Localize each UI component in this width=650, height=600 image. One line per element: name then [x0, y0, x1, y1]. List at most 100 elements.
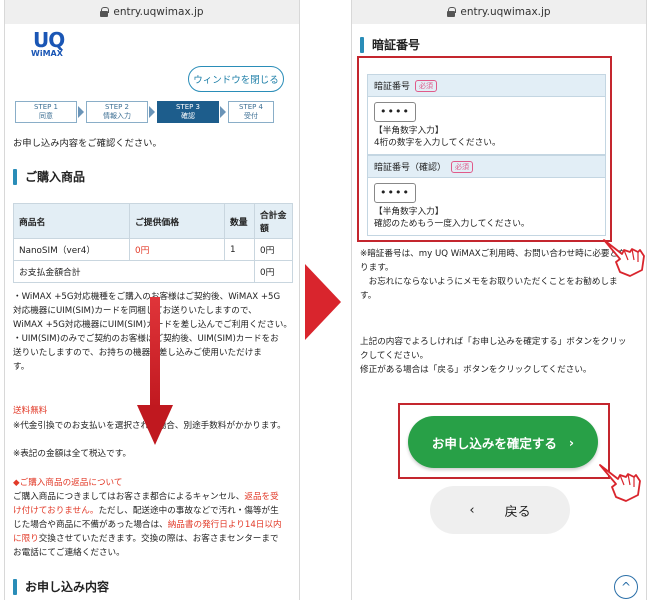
back-button-label: 戻る [504, 504, 531, 520]
pin-confirm-hint: 【半角数字入力】 [374, 207, 444, 217]
cell-qty: 1 [224, 238, 255, 261]
pin-confirm-label-text: 暗証番号（確認） [374, 163, 447, 173]
col-header-qty: 数量 [224, 203, 255, 239]
step-1-num: STEP 1 [33, 103, 59, 111]
step-3-label: 確認 [181, 112, 195, 120]
shipping-free-text: 送料無料 [13, 406, 48, 416]
return-line: お電話にてご連絡ください。 [13, 546, 297, 560]
cell-total: 0円 [254, 238, 293, 261]
pin-heading-text: 暗証番号 [372, 38, 421, 52]
step-arrow-icon [78, 106, 84, 118]
pin-input-help: 4桁の数字を入力してください。 [374, 138, 501, 148]
intro-text: お申し込み内容をご確認ください。 [13, 138, 162, 149]
cell-product-name: NanoSIM（ver4） [13, 238, 130, 261]
pin-input[interactable]: •••• [374, 102, 416, 122]
pin-confirm-input[interactable]: •••• [374, 183, 416, 203]
pin-confirm-field-body: •••• 【半角数字入力】 確認のためもう一度入力してください。 [367, 178, 606, 236]
return-text-segment-red: 返品を受 [244, 492, 279, 502]
step-3-active: STEP 3 確認 [157, 101, 219, 123]
return-text-segment-red: け付けておりません。 [13, 506, 99, 516]
address-bar[interactable]: entry.uqwimax.jp [352, 0, 646, 24]
step-4-label: 受付 [244, 112, 258, 120]
step-1: STEP 1 同意 [15, 101, 77, 123]
tutorial-composite: entry.uqwimax.jp UQ WiMAX ウィンドウを閉じる STEP… [0, 0, 650, 600]
scroll-to-top-button[interactable]: ^ [614, 575, 638, 599]
chevron-left-icon: ‹ [469, 502, 475, 518]
required-badge: 必須 [451, 160, 474, 173]
confirm-button-label: お申し込みを確定する [431, 435, 557, 451]
uq-wimax-logo: UQ WiMAX [29, 28, 69, 62]
purchase-section-heading: ご購入商品 [13, 168, 85, 185]
section-bar [360, 36, 364, 53]
return-text-segment: ただし、配送途中の事故などで汚れ・傷等が生 [98, 506, 279, 516]
step-arrow-icon [220, 106, 226, 118]
cell-sum-value: 0円 [254, 260, 293, 283]
application-section-heading: お申し込み内容 [13, 578, 109, 595]
return-heading: ◆ご購入商品の返品について [13, 478, 123, 488]
cell-price: 0円 [129, 238, 225, 261]
chevron-up-icon: ^ [620, 580, 632, 594]
section-bar [13, 168, 17, 185]
purchase-table: 商品名 ご提供価格 数量 合計金額 NanoSIM（ver4） 0円 1 0円 … [13, 203, 293, 283]
pin-input-hint: 【半角数字入力】 [374, 126, 444, 136]
return-line: じた場合や商品に不備があった場合は、納品書の発行日より14日以内 [13, 518, 297, 532]
confirm-instructions: 上記の内容でよろしければ「お申し込みを確定する」ボタンをクリッ クしてください。… [360, 335, 644, 377]
pointing-hand-icon [603, 239, 645, 277]
chevron-right-icon: › [568, 434, 575, 450]
pointing-hand-icon [599, 464, 641, 502]
pin-confirm-field-label: 暗証番号（確認） 必須 [367, 155, 606, 178]
pin-note-line: す。 [360, 291, 377, 301]
lock-icon [447, 7, 457, 17]
step-indicator: STEP 1 同意 STEP 2 情報入力 STEP 3 確認 STEP 4 受… [15, 101, 275, 123]
logo-wimax-text: WiMAX [31, 49, 63, 58]
required-badge: 必須 [415, 79, 438, 92]
step-2: STEP 2 情報入力 [86, 101, 148, 123]
next-screen-arrow-icon [305, 264, 341, 340]
col-header-total: 合計金額 [254, 203, 293, 239]
return-line: け付けておりません。ただし、配送途中の事故などで汚れ・傷等が生 [13, 504, 297, 518]
return-text-segment: お電話にてご連絡ください。 [13, 548, 125, 558]
step-arrow-icon [149, 106, 155, 118]
url-text: entry.uqwimax.jp [460, 6, 551, 18]
return-text-segment-red: 納品書の発行日より14日以内 [167, 520, 282, 530]
scroll-down-arrow-icon [137, 297, 173, 445]
instruction-line: 修正がある場合は「戻る」ボタンをクリックしてください。 [360, 365, 592, 375]
address-bar[interactable]: entry.uqwimax.jp [5, 0, 299, 24]
return-line: ご購入商品につきましてはお客さま都合によるキャンセル、返品を受 [13, 490, 297, 504]
col-header-name: 商品名 [13, 203, 130, 239]
application-heading-text: お申し込み内容 [25, 580, 110, 594]
tax-note: ※表記の金額は全て税込です。 [13, 449, 132, 459]
pin-field-body: •••• 【半角数字入力】 4桁の数字を入力してください。 [367, 97, 606, 155]
step-2-num: STEP 2 [104, 103, 130, 111]
step-1-label: 同意 [39, 112, 53, 120]
return-line: に限り交換させていただきます。交換の際は、お客さまセンターまで [13, 532, 297, 546]
step-3-num: STEP 3 [175, 103, 201, 111]
pin-confirm-help: 確認のためもう一度入力してください。 [374, 219, 530, 229]
table-row: NanoSIM（ver4） 0円 1 0円 [13, 238, 293, 261]
table-sum-row: お支払金額合計 0円 [13, 260, 293, 283]
step-4-num: STEP 4 [238, 103, 264, 111]
back-button[interactable]: ‹ 戻る [430, 486, 570, 534]
step-2-label: 情報入力 [103, 112, 131, 120]
pin-section-heading: 暗証番号 [360, 36, 420, 53]
step-4: STEP 4 受付 [228, 101, 274, 123]
return-text-segment: ご購入商品につきましてはお客さま都合によるキャンセル、 [13, 492, 245, 502]
return-text-segment: 交換させていただきます。交換の際は、お客さまセンターまで [38, 534, 279, 544]
instruction-line: クしてください。 [360, 351, 429, 361]
table-header-row: 商品名 ご提供価格 数量 合計金額 [13, 203, 293, 239]
lock-icon [100, 7, 110, 17]
close-window-button[interactable]: ウィンドウを閉じる [188, 66, 284, 92]
right-phone-screen: entry.uqwimax.jp 暗証番号 暗証番号 必須 •••• 【半角数字… [351, 0, 647, 600]
instruction-line: 上記の内容でよろしければ「お申し込みを確定する」ボタンをクリッ [360, 337, 627, 347]
return-text-segment-red: に限り [13, 534, 39, 544]
confirm-application-button[interactable]: お申し込みを確定する › [408, 416, 598, 468]
pin-form: 暗証番号 必須 •••• 【半角数字入力】 4桁の数字を入力してください。 暗証… [367, 74, 606, 236]
return-text-segment: じた場合や商品に不備があった場合は、 [13, 520, 168, 530]
pin-field-label: 暗証番号 必須 [367, 74, 606, 97]
return-policy-text: ご購入商品につきましてはお客さま都合によるキャンセル、返品を受 け付けておりませ… [13, 490, 297, 560]
cell-sum-label: お支払金額合計 [13, 260, 255, 283]
pin-highlight-frame: 暗証番号 必須 •••• 【半角数字入力】 4桁の数字を入力してください。 暗証… [357, 56, 612, 242]
col-header-price: ご提供価格 [129, 203, 225, 239]
section-bar [13, 578, 17, 595]
left-phone-screen: entry.uqwimax.jp UQ WiMAX ウィンドウを閉じる STEP… [4, 0, 300, 600]
